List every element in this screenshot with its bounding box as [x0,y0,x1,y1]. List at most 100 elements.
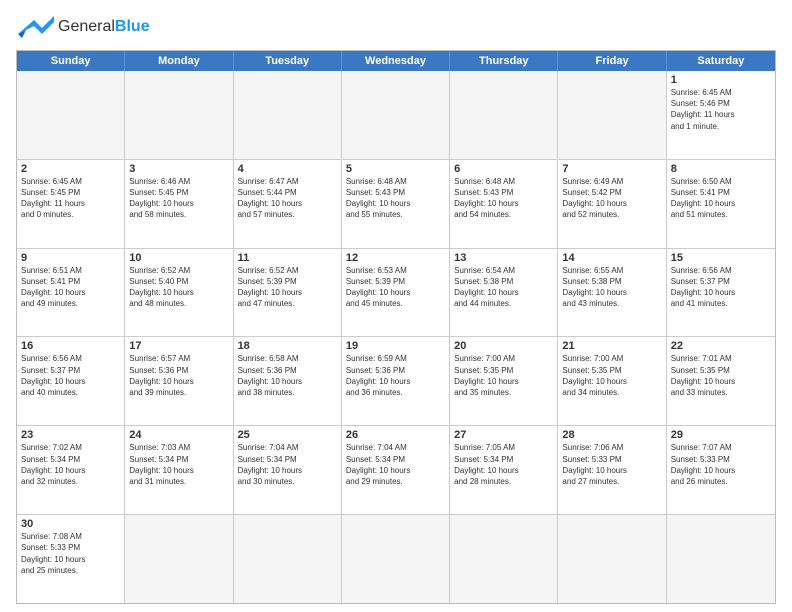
calendar-row-1: 2Sunrise: 6:45 AM Sunset: 5:45 PM Daylig… [17,159,775,248]
calendar-cell [450,515,558,603]
day-number: 27 [454,429,553,441]
day-number: 12 [346,252,445,264]
calendar-cell: 7Sunrise: 6:49 AM Sunset: 5:42 PM Daylig… [558,160,666,248]
day-info: Sunrise: 6:53 AM Sunset: 5:39 PM Dayligh… [346,265,445,310]
page: GeneralBlue SundayMondayTuesdayWednesday… [0,0,792,612]
calendar-cell: 4Sunrise: 6:47 AM Sunset: 5:44 PM Daylig… [234,160,342,248]
calendar-cell: 12Sunrise: 6:53 AM Sunset: 5:39 PM Dayli… [342,249,450,337]
day-number: 5 [346,163,445,175]
day-info: Sunrise: 6:48 AM Sunset: 5:43 PM Dayligh… [346,176,445,221]
day-number: 16 [21,340,120,352]
day-number: 2 [21,163,120,175]
day-number: 3 [129,163,228,175]
day-info: Sunrise: 6:50 AM Sunset: 5:41 PM Dayligh… [671,176,771,221]
calendar-row-0: 1Sunrise: 6:45 AM Sunset: 5:46 PM Daylig… [17,71,775,159]
day-number: 7 [562,163,661,175]
calendar-cell: 22Sunrise: 7:01 AM Sunset: 5:35 PM Dayli… [667,337,775,425]
day-number: 17 [129,340,228,352]
calendar-cell: 15Sunrise: 6:56 AM Sunset: 5:37 PM Dayli… [667,249,775,337]
day-info: Sunrise: 6:56 AM Sunset: 5:37 PM Dayligh… [21,353,120,398]
day-info: Sunrise: 7:06 AM Sunset: 5:33 PM Dayligh… [562,442,661,487]
calendar-cell [17,71,125,159]
day-info: Sunrise: 6:49 AM Sunset: 5:42 PM Dayligh… [562,176,661,221]
calendar-cell: 9Sunrise: 6:51 AM Sunset: 5:41 PM Daylig… [17,249,125,337]
header: GeneralBlue [16,12,776,42]
day-header-wednesday: Wednesday [342,51,450,71]
day-number: 6 [454,163,553,175]
calendar-cell [450,71,558,159]
day-info: Sunrise: 6:54 AM Sunset: 5:38 PM Dayligh… [454,265,553,310]
day-number: 15 [671,252,771,264]
calendar-row-2: 9Sunrise: 6:51 AM Sunset: 5:41 PM Daylig… [17,248,775,337]
day-number: 13 [454,252,553,264]
calendar-cell [234,71,342,159]
calendar-cell: 3Sunrise: 6:46 AM Sunset: 5:45 PM Daylig… [125,160,233,248]
calendar-cell [667,515,775,603]
calendar-cell: 5Sunrise: 6:48 AM Sunset: 5:43 PM Daylig… [342,160,450,248]
calendar-cell: 18Sunrise: 6:58 AM Sunset: 5:36 PM Dayli… [234,337,342,425]
day-number: 20 [454,340,553,352]
day-info: Sunrise: 7:04 AM Sunset: 5:34 PM Dayligh… [238,442,337,487]
calendar-cell [342,71,450,159]
calendar-cell [558,515,666,603]
day-number: 25 [238,429,337,441]
day-info: Sunrise: 7:07 AM Sunset: 5:33 PM Dayligh… [671,442,771,487]
day-info: Sunrise: 7:03 AM Sunset: 5:34 PM Dayligh… [129,442,228,487]
calendar-cell: 25Sunrise: 7:04 AM Sunset: 5:34 PM Dayli… [234,426,342,514]
day-number: 8 [671,163,771,175]
calendar-row-4: 23Sunrise: 7:02 AM Sunset: 5:34 PM Dayli… [17,425,775,514]
calendar-row-5: 30Sunrise: 7:08 AM Sunset: 5:33 PM Dayli… [17,514,775,603]
day-info: Sunrise: 7:04 AM Sunset: 5:34 PM Dayligh… [346,442,445,487]
day-header-friday: Friday [558,51,666,71]
calendar: SundayMondayTuesdayWednesdayThursdayFrid… [16,50,776,604]
day-number: 21 [562,340,661,352]
day-number: 4 [238,163,337,175]
day-info: Sunrise: 7:01 AM Sunset: 5:35 PM Dayligh… [671,353,771,398]
calendar-cell [125,515,233,603]
day-info: Sunrise: 6:48 AM Sunset: 5:43 PM Dayligh… [454,176,553,221]
calendar-header: SundayMondayTuesdayWednesdayThursdayFrid… [17,51,775,71]
calendar-cell: 1Sunrise: 6:45 AM Sunset: 5:46 PM Daylig… [667,71,775,159]
calendar-cell: 10Sunrise: 6:52 AM Sunset: 5:40 PM Dayli… [125,249,233,337]
day-info: Sunrise: 6:55 AM Sunset: 5:38 PM Dayligh… [562,265,661,310]
day-info: Sunrise: 6:52 AM Sunset: 5:40 PM Dayligh… [129,265,228,310]
calendar-cell: 20Sunrise: 7:00 AM Sunset: 5:35 PM Dayli… [450,337,558,425]
day-number: 28 [562,429,661,441]
calendar-cell [234,515,342,603]
day-header-tuesday: Tuesday [234,51,342,71]
calendar-cell: 23Sunrise: 7:02 AM Sunset: 5:34 PM Dayli… [17,426,125,514]
day-info: Sunrise: 6:52 AM Sunset: 5:39 PM Dayligh… [238,265,337,310]
day-info: Sunrise: 6:59 AM Sunset: 5:36 PM Dayligh… [346,353,445,398]
day-info: Sunrise: 6:45 AM Sunset: 5:46 PM Dayligh… [671,87,771,132]
day-header-thursday: Thursday [450,51,558,71]
calendar-body: 1Sunrise: 6:45 AM Sunset: 5:46 PM Daylig… [17,71,775,603]
day-number: 19 [346,340,445,352]
day-number: 11 [238,252,337,264]
day-info: Sunrise: 7:02 AM Sunset: 5:34 PM Dayligh… [21,442,120,487]
day-info: Sunrise: 7:00 AM Sunset: 5:35 PM Dayligh… [562,353,661,398]
logo: GeneralBlue [16,12,150,42]
day-info: Sunrise: 6:51 AM Sunset: 5:41 PM Dayligh… [21,265,120,310]
day-header-saturday: Saturday [667,51,775,71]
day-number: 30 [21,518,120,530]
calendar-cell: 27Sunrise: 7:05 AM Sunset: 5:34 PM Dayli… [450,426,558,514]
day-info: Sunrise: 7:05 AM Sunset: 5:34 PM Dayligh… [454,442,553,487]
day-info: Sunrise: 7:08 AM Sunset: 5:33 PM Dayligh… [21,531,120,576]
day-number: 14 [562,252,661,264]
calendar-cell: 2Sunrise: 6:45 AM Sunset: 5:45 PM Daylig… [17,160,125,248]
day-info: Sunrise: 6:47 AM Sunset: 5:44 PM Dayligh… [238,176,337,221]
calendar-cell [342,515,450,603]
calendar-cell: 17Sunrise: 6:57 AM Sunset: 5:36 PM Dayli… [125,337,233,425]
calendar-cell [558,71,666,159]
day-number: 29 [671,429,771,441]
calendar-cell [125,71,233,159]
calendar-cell: 13Sunrise: 6:54 AM Sunset: 5:38 PM Dayli… [450,249,558,337]
day-info: Sunrise: 6:45 AM Sunset: 5:45 PM Dayligh… [21,176,120,221]
day-info: Sunrise: 6:56 AM Sunset: 5:37 PM Dayligh… [671,265,771,310]
calendar-cell: 6Sunrise: 6:48 AM Sunset: 5:43 PM Daylig… [450,160,558,248]
calendar-cell: 21Sunrise: 7:00 AM Sunset: 5:35 PM Dayli… [558,337,666,425]
day-number: 1 [671,74,771,86]
calendar-cell: 26Sunrise: 7:04 AM Sunset: 5:34 PM Dayli… [342,426,450,514]
calendar-cell: 30Sunrise: 7:08 AM Sunset: 5:33 PM Dayli… [17,515,125,603]
day-header-monday: Monday [125,51,233,71]
